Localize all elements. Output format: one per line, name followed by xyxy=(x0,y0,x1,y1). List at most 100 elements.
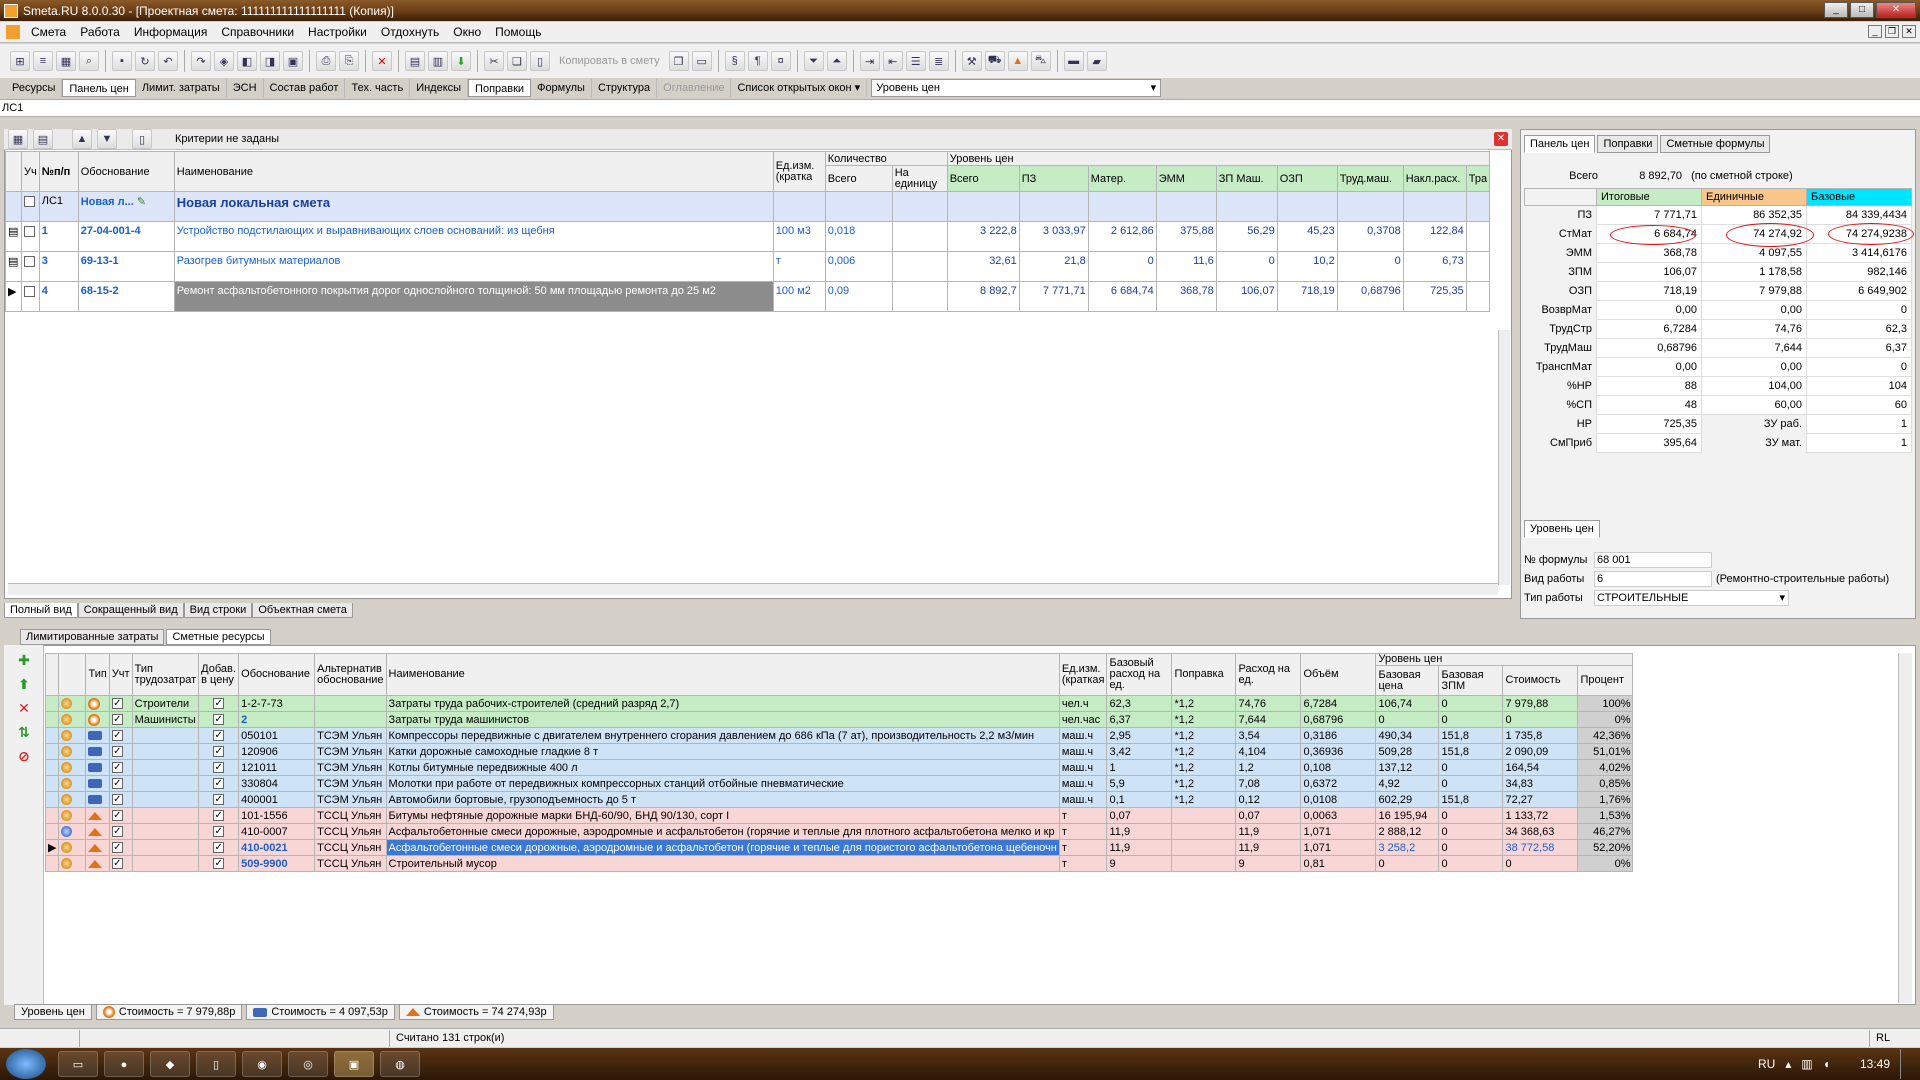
catalog-icon[interactable]: ◧ xyxy=(237,51,257,71)
books2-icon[interactable]: ▰ xyxy=(1086,51,1107,71)
row-checkbox[interactable] xyxy=(111,746,123,758)
pencil-icon[interactable]: ✎ xyxy=(137,196,146,208)
cut-icon[interactable]: ✂ xyxy=(484,51,504,71)
row-correction[interactable] xyxy=(1171,807,1237,824)
menu-info[interactable]: Информация xyxy=(127,25,214,39)
excel-icon[interactable]: ▦ xyxy=(56,51,76,71)
copy-doc-icon[interactable]: ❐ xyxy=(668,51,689,71)
mdi-minimize-button[interactable]: _ xyxy=(1868,25,1882,38)
filter-doc-icon[interactable]: ▯ xyxy=(132,129,152,149)
table-row-selected[interactable]: ▶ 4 68-15-2 Ремонт асфальтобетонного пок… xyxy=(5,281,1491,312)
toggle-work-composition[interactable]: Состав работ xyxy=(264,79,346,97)
maximize-button[interactable]: □ xyxy=(1850,2,1874,18)
row-correction[interactable]: *1,2 xyxy=(1171,695,1237,712)
row-base-price[interactable]: 602,29 xyxy=(1375,791,1440,808)
col-base-zpm[interactable]: Базовая ЗПМ xyxy=(1438,665,1504,696)
toggle-tech-part[interactable]: Тех. часть xyxy=(345,79,411,97)
row-base-price[interactable]: 3 258,2 xyxy=(1375,839,1440,856)
row-checkbox[interactable] xyxy=(24,225,35,237)
notepad-icon[interactable]: ▯ xyxy=(196,1051,236,1077)
menu-smeta[interactable]: Смета xyxy=(24,25,73,39)
row-correction[interactable] xyxy=(1171,855,1237,872)
toggle-esn[interactable]: ЭСН xyxy=(227,79,264,97)
table-row[interactable]: 330804ТСЭМ УльянМолотки при работе от пе… xyxy=(44,775,1634,792)
toggle-price-panel[interactable]: Панель цен xyxy=(62,79,136,97)
col-price-level[interactable]: Уровень цен xyxy=(946,151,1491,166)
row-base-rate[interactable]: 9 xyxy=(1106,855,1173,872)
toggle-formulas[interactable]: Формулы xyxy=(531,79,592,97)
app3-icon[interactable]: ◍ xyxy=(380,1051,420,1077)
toggle-indexes[interactable]: Индексы xyxy=(410,79,469,97)
menu-work[interactable]: Работа xyxy=(73,25,127,39)
formula-field[interactable]: 68 001 xyxy=(1594,551,1712,568)
col-qty-total[interactable]: Всего xyxy=(824,165,893,192)
col-qty[interactable]: Количество xyxy=(824,151,948,166)
row-base-price[interactable]: 0 xyxy=(1375,711,1440,728)
col-qty-unit[interactable]: На единицу xyxy=(891,165,948,192)
tray-clock[interactable]: 13:49 xyxy=(1860,1057,1890,1071)
move-down-arrow-icon[interactable]: ▼ xyxy=(97,129,117,149)
table-row[interactable]: 101-1556ТССЦ УльянБитумы нефтяные дорожн… xyxy=(44,807,1634,824)
document-icon[interactable] xyxy=(6,25,20,39)
row-base-rate[interactable]: 5,9 xyxy=(1106,775,1173,792)
add-row-icon[interactable]: ⊞ xyxy=(10,51,30,71)
toggle-limited-costs[interactable]: Лимит. затраты xyxy=(136,79,227,97)
row-base-rate[interactable]: 11,9 xyxy=(1106,839,1173,856)
table-row[interactable]: 410-0007ТССЦ УльянАсфальтобетонные смеси… xyxy=(44,823,1634,840)
tray-up-icon[interactable]: ▴ xyxy=(1785,1057,1791,1071)
row-base-price[interactable]: 490,34 xyxy=(1375,727,1440,744)
row-name[interactable]: Строительный мусор xyxy=(385,855,1060,872)
explorer-icon[interactable]: ▭ xyxy=(58,1051,98,1077)
table-row[interactable]: 400001ТСЭМ УльянАвтомобили бортовые, гру… xyxy=(44,791,1634,808)
toggle-contents[interactable]: Оглавление xyxy=(657,79,732,97)
col-base-price[interactable]: Базовая цена xyxy=(1375,665,1440,696)
catalog2-icon[interactable]: ◨ xyxy=(260,51,280,71)
row-name[interactable]: Автомобили бортовые, грузоподъемность до… xyxy=(385,791,1060,808)
material-icon[interactable]: ▲ xyxy=(1007,51,1028,71)
firefox-icon[interactable]: ● xyxy=(104,1051,144,1077)
col-tr[interactable]: Тра xyxy=(1465,165,1491,192)
table-row[interactable]: 120906ТСЭМ УльянКатки дорожные самоходны… xyxy=(44,743,1634,760)
row-checkbox[interactable] xyxy=(111,826,123,838)
tools-icon[interactable]: ⚒ xyxy=(961,51,982,71)
section3-icon[interactable]: ¤ xyxy=(770,51,791,71)
table-row[interactable]: Строители 1-2-7-73 Затраты труда рабочих-с… xyxy=(44,695,1634,712)
row-base-rate[interactable]: 0,1 xyxy=(1106,791,1173,808)
indent-icon[interactable]: ⇥ xyxy=(859,51,880,71)
col-correction[interactable]: Поправка xyxy=(1171,653,1237,696)
row-base-price[interactable]: 16 195,94 xyxy=(1375,807,1440,824)
row-name[interactable]: Компрессоры передвижные с двигателем вну… xyxy=(385,727,1060,744)
copy-to-estimate-button[interactable]: Копировать в смету xyxy=(553,55,666,67)
col-pz[interactable]: ПЗ xyxy=(1018,165,1089,192)
row-name[interactable]: Асфальтобетонные смеси дорожные, аэродро… xyxy=(385,823,1060,840)
move-down-icon[interactable]: ⬇ xyxy=(451,51,471,71)
row-base-rate[interactable]: 11,9 xyxy=(1106,823,1173,840)
add-price-checkbox[interactable] xyxy=(213,762,225,774)
add-resource-icon[interactable]: ✚ xyxy=(15,651,33,669)
mdi-restore-button[interactable]: ❐ xyxy=(1885,25,1899,38)
mdi-close-button[interactable]: ✕ xyxy=(1902,25,1916,38)
tray-network-icon[interactable]: ▥ xyxy=(1801,1057,1812,1071)
row-checkbox[interactable] xyxy=(111,794,123,806)
row-name[interactable]: Молотки при работе от передвижных компре… xyxy=(385,775,1060,792)
col-flag[interactable]: Учт xyxy=(108,653,133,696)
section-icon[interactable]: § xyxy=(724,51,745,71)
col-total[interactable]: Всего xyxy=(946,165,1020,192)
table-row[interactable]: 121011ТСЭМ УльянКотлы битумные передвижн… xyxy=(44,759,1634,776)
row-base-rate[interactable]: 0,07 xyxy=(1106,807,1173,824)
estimate-horizontal-scrollbar[interactable] xyxy=(8,583,1498,595)
menu-help[interactable]: Помощь xyxy=(488,25,548,39)
col-flag[interactable]: Уч xyxy=(21,151,40,192)
row-correction[interactable] xyxy=(1171,823,1237,840)
menu-references[interactable]: Справочники xyxy=(214,25,301,39)
row-base-price[interactable]: 0 xyxy=(1375,855,1440,872)
resources-vertical-scrollbar[interactable] xyxy=(1898,653,1912,1003)
tray-volume-icon[interactable]: ◖ xyxy=(1823,1057,1830,1071)
col-unit[interactable]: Ед.изм. (кратка xyxy=(772,151,826,192)
clipboard-icon[interactable]: ▭ xyxy=(691,51,712,71)
tab-estimate-formulas[interactable]: Сметные формулы xyxy=(1660,135,1771,153)
row-checkbox[interactable] xyxy=(24,195,35,207)
row-base-rate[interactable]: 6,37 xyxy=(1106,711,1173,728)
table-row[interactable]: Машинисты 2 Затраты труда машинистовчел.ча… xyxy=(44,711,1634,728)
paste-icon[interactable]: ▯ xyxy=(530,51,550,71)
